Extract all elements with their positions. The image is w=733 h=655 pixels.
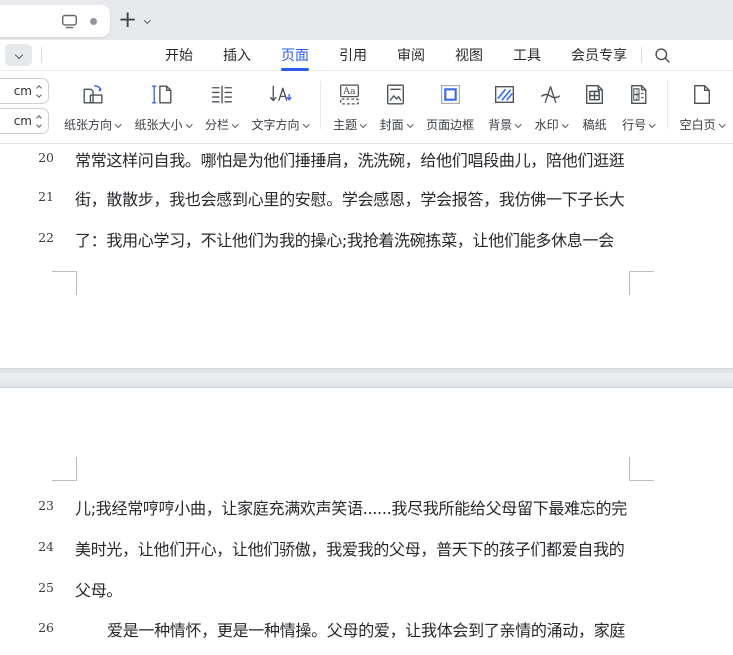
divider	[641, 47, 642, 63]
line-number-button[interactable]: 1 2 行号	[615, 76, 662, 133]
margin-corner-mark	[629, 271, 654, 295]
text-direction-button[interactable]: 文字方向	[245, 76, 316, 133]
chevron-down-icon[interactable]	[144, 16, 151, 24]
stepper	[36, 114, 42, 128]
menu-item-page[interactable]: 页面	[280, 41, 310, 71]
page-break-gap	[0, 368, 733, 388]
svg-text:Aa: Aa	[342, 86, 356, 97]
document-edit-area[interactable]: 20 常常这样问自我。哪怕是为他们捶捶肩，洗洗碗，给他们唱段曲儿，陪他们逛逛 2…	[0, 144, 733, 655]
spinner-value: cm	[13, 114, 32, 128]
window-tab-bar: +	[0, 0, 733, 40]
document-line: 25 父母。	[0, 577, 733, 601]
line-text[interactable]: 爱是一种情怀，更是一种情操。父母的爱，让我体会到了亲情的涌动，家庭	[107, 617, 625, 641]
chevron-down-icon	[515, 121, 522, 128]
paper-orientation-icon	[79, 76, 106, 113]
margin-corner-mark	[629, 457, 654, 481]
search-icon[interactable]	[654, 47, 671, 64]
menu-item-start[interactable]: 开始	[164, 41, 194, 69]
document-line: 26 爱是一种情怀，更是一种情操。父母的爱，让我体会到了亲情的涌动，家庭	[0, 617, 733, 641]
paper-size-icon	[149, 76, 176, 113]
background-button[interactable]: 背景	[481, 76, 528, 133]
cover-page-button[interactable]: 封面	[373, 76, 420, 133]
columns-button[interactable]: 分栏	[198, 76, 245, 133]
document-tab[interactable]	[0, 5, 110, 37]
margin-unit-spinner-bottom[interactable]: cm	[0, 108, 49, 134]
chevron-down-icon	[14, 50, 23, 60]
line-text[interactable]: 街，散散步，我也会感到心里的安慰。学会感恩，学会报答，我仿佛一下子长大	[75, 186, 625, 210]
page-border-button[interactable]: 页面边框	[419, 76, 481, 133]
watermark-icon	[537, 76, 564, 113]
line-text[interactable]: 美时光，让他们开心，让他们骄傲，我爱我的父母，普天下的孩子们都爱自我的	[75, 536, 625, 560]
line-number-icon: 1 2	[625, 76, 652, 113]
menu-item-member[interactable]: 会员专享	[570, 41, 628, 69]
columns-icon	[208, 76, 235, 113]
line-text[interactable]: 儿;我经常哼哼小曲，让家庭充满欢声笑语......我尽我所能给父母留下最难忘的完	[75, 495, 627, 519]
margin-corner-mark	[52, 457, 77, 481]
menu-item-tools[interactable]: 工具	[512, 41, 542, 69]
chevron-down-icon	[302, 121, 309, 128]
divider	[320, 81, 322, 129]
manuscript-paper-icon	[581, 76, 608, 113]
chevron-down-icon	[232, 121, 239, 128]
menu-items: 开始 插入 页面 引用 审阅 视图 工具 会员专享	[164, 41, 628, 71]
margin-corner-mark	[52, 271, 77, 295]
theme-button[interactable]: Aa 主题	[326, 76, 373, 133]
background-icon	[491, 76, 518, 113]
svg-text:2: 2	[635, 95, 639, 101]
line-number: 26	[38, 620, 54, 635]
line-number: 20	[38, 150, 54, 165]
paper-size-button[interactable]: 纸张大小	[128, 76, 199, 133]
chevron-down-icon	[649, 121, 656, 128]
monitor-icon	[61, 14, 78, 29]
document-line: 21 街，散散步，我也会感到心里的安慰。学会感恩，学会报答，我仿佛一下子长大	[0, 186, 733, 210]
line-text[interactable]: 了：我用心学习，不让他们为我的操心;我抢着洗碗拣菜，让他们能多休息一会	[75, 227, 614, 251]
chevron-down-icon	[185, 121, 192, 128]
page-ribbon-toolbar: cm cm 纸张方向 纸张大小 分栏 文字方向 Aa 主题 封面 页面边框 背景…	[0, 71, 733, 144]
chevron-down-icon[interactable]	[36, 121, 42, 128]
menu-item-insert[interactable]: 插入	[222, 41, 252, 69]
chevron-down-icon	[561, 121, 569, 128]
margin-unit-spinner-top[interactable]: cm	[0, 78, 49, 104]
line-number: 21	[38, 189, 54, 204]
ribbon-collapse-button[interactable]	[5, 44, 32, 66]
menu-item-reference[interactable]: 引用	[338, 41, 368, 69]
chevron-up-icon[interactable]	[36, 114, 42, 121]
divider	[666, 81, 668, 129]
blank-page-button[interactable]: 空白页	[673, 76, 732, 133]
line-text[interactable]: 父母。	[75, 577, 122, 601]
new-tab-button[interactable]: +	[114, 4, 154, 36]
chevron-up-icon[interactable]	[36, 84, 42, 91]
tab-status-dot-icon	[90, 17, 97, 25]
cover-page-icon	[382, 76, 409, 113]
plus-icon: +	[118, 7, 138, 33]
line-number: 24	[38, 539, 54, 554]
paper-orientation-button[interactable]: 纸张方向	[57, 76, 128, 133]
line-number: 23	[38, 498, 54, 513]
document-line: 24 美时光，让他们开心，让他们骄傲，我爱我的父母，普天下的孩子们都爱自我的	[0, 536, 733, 560]
menu-item-view[interactable]: 视图	[454, 41, 484, 69]
chevron-down-icon	[406, 121, 414, 128]
menu-bar: 开始 插入 页面 引用 审阅 视图 工具 会员专享	[0, 40, 733, 71]
divider	[41, 47, 42, 63]
text-direction-icon	[266, 76, 293, 113]
document-line: 23 儿;我经常哼哼小曲，让家庭充满欢声笑语......我尽我所能给父母留下最难…	[0, 495, 733, 519]
chevron-down-icon	[360, 121, 367, 128]
blank-page-icon	[688, 76, 715, 113]
page-border-icon	[437, 76, 464, 113]
line-number: 25	[38, 580, 54, 595]
document-line: 20 常常这样问自我。哪怕是为他们捶捶肩，洗洗碗，给他们唱段曲儿，陪他们逛逛	[0, 147, 733, 171]
theme-icon: Aa	[336, 76, 363, 113]
chevron-down-icon[interactable]	[36, 91, 42, 98]
line-text[interactable]: 常常这样问自我。哪怕是为他们捶捶肩，洗洗碗，给他们唱段曲儿，陪他们逛逛	[75, 147, 625, 171]
watermark-button[interactable]: 水印	[528, 76, 575, 133]
chevron-down-icon	[115, 121, 122, 128]
menu-item-review[interactable]: 审阅	[396, 41, 426, 69]
spinner-value: cm	[13, 84, 32, 98]
stepper	[36, 84, 42, 98]
line-number: 22	[38, 230, 54, 245]
manuscript-paper-button[interactable]: 稿纸	[574, 76, 615, 133]
chevron-down-icon	[718, 121, 726, 128]
document-line: 22 了：我用心学习，不让他们为我的操心;我抢着洗碗拣菜，让他们能多休息一会	[0, 227, 733, 251]
